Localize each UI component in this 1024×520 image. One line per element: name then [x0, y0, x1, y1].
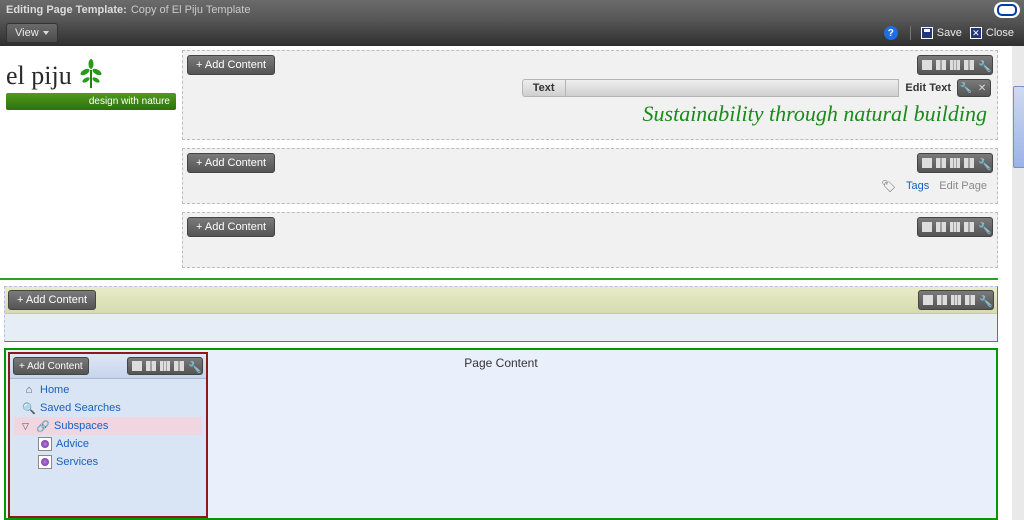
nav-item-advice[interactable]: Advice [14, 435, 202, 453]
layout-controls: 🔧 [917, 217, 993, 237]
nav-item-services[interactable]: Services [14, 453, 202, 471]
layout-3col-icon[interactable] [951, 295, 961, 305]
navigation-panel: + Add Content 🔧 ⌂ Home 🔍 Saved Searc [8, 352, 208, 518]
leaf-icon [75, 58, 107, 90]
add-content-button[interactable]: + Add Content [13, 357, 89, 375]
wrench-icon[interactable]: 🔧 [188, 361, 198, 371]
content-region-1: + Add Content 🔧 Text Edit Text 🔧 ✕ Susta… [182, 50, 998, 140]
delete-icon[interactable]: ✕ [974, 83, 990, 94]
search-icon: 🔍 [22, 401, 36, 415]
subspaces-icon: 🔗 [36, 419, 50, 433]
space-icon [38, 437, 52, 451]
layout-split-icon[interactable] [174, 361, 184, 371]
layout-2col-icon[interactable] [936, 60, 946, 70]
layout-3col-icon[interactable] [950, 60, 960, 70]
region-toolbar: + Add Content 🔧 [5, 287, 997, 314]
oracle-logo-icon [994, 2, 1020, 18]
nav-item-subspaces[interactable]: ▽ 🔗 Subspaces [14, 417, 202, 435]
close-button[interactable]: ✕ Close [970, 27, 1014, 39]
save-icon [921, 27, 933, 39]
add-content-button[interactable]: + Add Content [187, 217, 275, 237]
layout-split-icon[interactable] [964, 60, 974, 70]
nav-tree: ⌂ Home 🔍 Saved Searches ▽ 🔗 Subspaces Ad… [10, 379, 206, 473]
nav-item-saved-searches[interactable]: 🔍 Saved Searches [14, 399, 202, 417]
layout-3col-icon[interactable] [160, 361, 170, 371]
nav-toolbar: + Add Content 🔧 [10, 354, 206, 379]
page-content-region: Page Content + Add Content 🔧 ⌂ Home [4, 348, 998, 520]
logo-tagline: design with nature [6, 93, 176, 110]
layout-1col-icon[interactable] [132, 361, 142, 371]
component-actions: 🔧 ✕ [957, 79, 991, 97]
layout-3col-icon[interactable] [950, 158, 960, 168]
edit-text-link[interactable]: Edit Text [905, 82, 951, 94]
text-tab[interactable]: Text [522, 79, 566, 97]
wrench-icon[interactable]: 🔧 [978, 60, 988, 70]
layout-1col-icon[interactable] [923, 295, 933, 305]
menu-bar: View ? Save ✕ Close [0, 20, 1024, 46]
vertical-scrollbar[interactable] [1012, 46, 1024, 520]
layout-1col-icon[interactable] [922, 222, 932, 232]
layout-controls: 🔧 [917, 55, 993, 75]
layout-split-icon[interactable] [964, 222, 974, 232]
view-menu-button[interactable]: View [6, 23, 58, 43]
region-toolbar: + Add Content 🔧 [183, 213, 997, 241]
home-icon: ⌂ [22, 383, 36, 397]
tags-row: 🏷 Tags Edit Page [183, 177, 997, 195]
title-label: Editing Page Template: [6, 0, 127, 20]
text-component-header: Text Edit Text 🔧 ✕ [189, 79, 991, 97]
region-toolbar: + Add Content 🔧 [183, 149, 997, 177]
layout-2col-icon[interactable] [936, 158, 946, 168]
content-region-3: + Add Content 🔧 [182, 212, 998, 268]
add-content-button[interactable]: + Add Content [187, 55, 275, 75]
layout-split-icon[interactable] [965, 295, 975, 305]
tag-icon: 🏷 [881, 179, 896, 193]
nav-label: Subspaces [54, 420, 108, 432]
close-icon: ✕ [970, 27, 982, 39]
layout-controls: 🔧 [127, 357, 203, 375]
nav-label: Services [56, 456, 98, 468]
layout-1col-icon[interactable] [922, 158, 932, 168]
close-label: Close [986, 27, 1014, 39]
logo-text: el piju [6, 61, 72, 90]
layout-split-icon[interactable] [964, 158, 974, 168]
add-content-button[interactable]: + Add Content [8, 290, 96, 310]
nav-item-home[interactable]: ⌂ Home [14, 381, 202, 399]
logo-area: el piju design with nature [6, 52, 176, 152]
layout-3col-icon[interactable] [950, 222, 960, 232]
content-region-2: + Add Content 🔧 🏷 Tags Edit Page [182, 148, 998, 204]
divider [910, 26, 911, 40]
tree-collapse-icon[interactable]: ▽ [22, 421, 32, 432]
wrench-icon[interactable]: 🔧 [978, 158, 988, 168]
edit-page-link[interactable]: Edit Page [939, 180, 987, 192]
dropdown-caret-icon [43, 31, 49, 35]
tagline-text: Sustainability through natural building [183, 101, 997, 133]
region-toolbar: + Add Content 🔧 [183, 51, 997, 79]
tags-link[interactable]: Tags [906, 180, 929, 192]
save-button[interactable]: Save [921, 27, 962, 39]
save-label: Save [937, 27, 962, 39]
nav-label: Advice [56, 438, 89, 450]
layout-1col-icon[interactable] [922, 60, 932, 70]
section-divider [0, 278, 998, 280]
text-bar [566, 79, 900, 97]
layout-controls: 🔧 [917, 153, 993, 173]
nav-label: Home [40, 384, 69, 396]
wrench-icon[interactable]: 🔧 [978, 222, 988, 232]
wrench-icon[interactable]: 🔧 [979, 295, 989, 305]
workspace: el piju design with nature + Add Content… [0, 46, 1012, 520]
layout-controls: 🔧 [918, 290, 994, 310]
nav-label: Saved Searches [40, 402, 121, 414]
help-icon[interactable]: ? [884, 26, 898, 40]
layout-2col-icon[interactable] [936, 222, 946, 232]
layout-2col-icon[interactable] [146, 361, 156, 371]
layout-2col-icon[interactable] [937, 295, 947, 305]
space-icon [38, 455, 52, 469]
add-content-button[interactable]: + Add Content [187, 153, 275, 173]
view-menu-label: View [15, 24, 39, 42]
template-name: Copy of El Piju Template [131, 0, 251, 20]
wrench-icon[interactable]: 🔧 [958, 83, 974, 94]
content-region-4: + Add Content 🔧 [4, 286, 998, 342]
title-bar: Editing Page Template: Copy of El Piju T… [0, 0, 1024, 20]
